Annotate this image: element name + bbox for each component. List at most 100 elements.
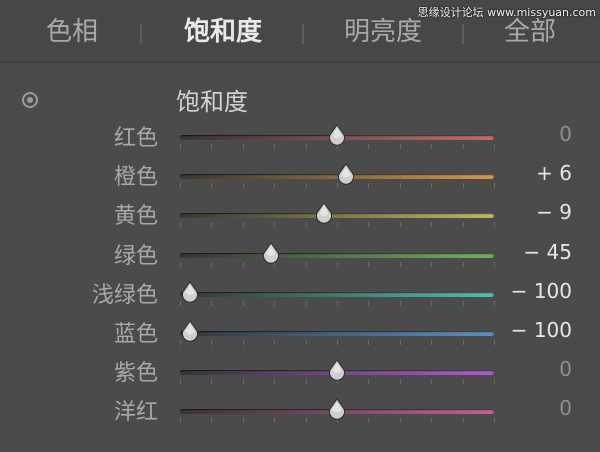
slider-label: 红色 — [113, 126, 158, 151]
slider-tick — [305, 300, 307, 306]
slider-tick — [399, 183, 401, 189]
slider-tick — [242, 418, 244, 424]
slider-tick — [242, 222, 244, 228]
slider-tick — [211, 379, 213, 385]
slider-row: 浅绿色 − 100 — [0, 275, 600, 313]
slider-tick — [431, 418, 433, 424]
slider-tick — [462, 144, 464, 149]
slider-tick — [431, 222, 433, 228]
slider-tick — [462, 261, 464, 267]
slider-value[interactable]: 0 — [559, 396, 572, 420]
slider-tick — [180, 222, 181, 228]
slider-tick — [368, 418, 370, 424]
slider-thumb[interactable] — [314, 202, 334, 225]
slider-tick — [242, 300, 244, 306]
slider-tick — [211, 183, 213, 189]
slider-track[interactable] — [180, 291, 494, 297]
slider-label: 绿色 — [113, 243, 158, 269]
slider-tick — [274, 340, 276, 345]
slider-tick — [494, 144, 495, 149]
slider-label: 洋红 — [113, 400, 158, 426]
slider-label: 蓝色 — [113, 322, 158, 347]
slider-value[interactable]: − 100 — [511, 318, 572, 342]
slider-thumb[interactable] — [180, 280, 200, 303]
slider-tick — [180, 379, 181, 385]
slider-value[interactable]: − 100 — [511, 279, 572, 303]
slider-tick — [462, 183, 464, 189]
slider-tick — [494, 418, 495, 424]
slider-tick — [431, 144, 433, 149]
slider-tick — [399, 340, 401, 345]
slider-tick — [431, 261, 433, 267]
slider-tick — [211, 300, 213, 306]
slider-tick — [494, 183, 495, 189]
slider-tick — [494, 222, 495, 228]
slider-row: 蓝色 − 100 — [0, 314, 600, 352]
slider-tick — [337, 340, 338, 345]
tab-saturation[interactable]: 饱和度 — [184, 14, 262, 50]
tab-bar: 色相 饱和度 明亮度 全部 思缘设计论坛 www.missyuan.com — [0, 0, 600, 63]
slider-value[interactable]: 0 — [559, 357, 572, 381]
slider-thumb[interactable] — [180, 320, 200, 342]
slider-tick — [211, 418, 213, 424]
slider-label: 浅绿色 — [91, 282, 158, 308]
slider-tick — [274, 183, 276, 189]
slider-value[interactable]: − 45 — [523, 240, 572, 264]
slider-tick — [211, 144, 213, 149]
slider-row: 洋红 0 — [0, 392, 600, 430]
slider-tick — [242, 183, 244, 189]
slider-tick — [431, 183, 433, 189]
slider-value[interactable]: + 6 — [536, 161, 572, 185]
slider-tick — [462, 418, 464, 424]
slider-track[interactable] — [180, 331, 494, 336]
slider-thumb[interactable] — [327, 359, 347, 381]
slider-tick — [462, 340, 464, 345]
slider-tick — [180, 144, 181, 149]
slider-tick — [368, 340, 370, 345]
tab-divider — [140, 24, 142, 44]
slider-tick — [431, 340, 433, 345]
slider-tick — [274, 418, 276, 424]
slider-thumb[interactable] — [327, 398, 347, 421]
slider-tick — [494, 379, 495, 385]
slider-track[interactable] — [180, 252, 494, 258]
slider-value[interactable]: 0 — [559, 122, 572, 146]
slider-tick — [431, 300, 433, 306]
tab-luminance[interactable]: 明亮度 — [344, 14, 422, 50]
tab-hue[interactable]: 色相 — [46, 14, 98, 50]
slider-tick — [305, 379, 307, 385]
slider-tick — [462, 379, 464, 385]
slider-row: 绿色 − 45 — [0, 236, 600, 274]
slider-tick — [368, 144, 370, 149]
slider-tick — [337, 222, 338, 228]
slider-tick — [274, 379, 276, 385]
slider-ticks — [180, 261, 495, 268]
slider-row: 红色 0 — [0, 118, 600, 156]
slider-thumb[interactable] — [327, 124, 347, 146]
slider-tick — [211, 261, 213, 267]
slider-thumb[interactable] — [261, 241, 281, 264]
slider-tick — [305, 418, 307, 424]
slider-label: 橙色 — [113, 165, 158, 191]
slider-label: 紫色 — [113, 361, 158, 387]
slider-row: 橙色 + 6 — [0, 157, 600, 195]
slider-value[interactable]: − 9 — [536, 200, 572, 224]
target-adjustment-icon[interactable] — [22, 92, 38, 108]
tab-divider — [302, 24, 304, 44]
slider-tick — [494, 300, 495, 306]
slider-ticks — [180, 340, 495, 346]
slider-thumb[interactable] — [336, 163, 356, 185]
slider-tick — [305, 183, 307, 189]
slider-tick — [180, 183, 181, 189]
slider-tick — [494, 340, 495, 345]
slider-track[interactable] — [180, 213, 494, 219]
slider-tick — [180, 261, 181, 267]
slider-tick — [305, 144, 307, 149]
slider-tick — [399, 379, 401, 385]
slider-tick — [274, 144, 276, 149]
slider-tick — [399, 261, 401, 267]
slider-tick — [242, 379, 244, 385]
tab-divider — [462, 24, 464, 44]
slider-tick — [462, 300, 464, 306]
section-title: 饱和度 — [176, 88, 248, 116]
